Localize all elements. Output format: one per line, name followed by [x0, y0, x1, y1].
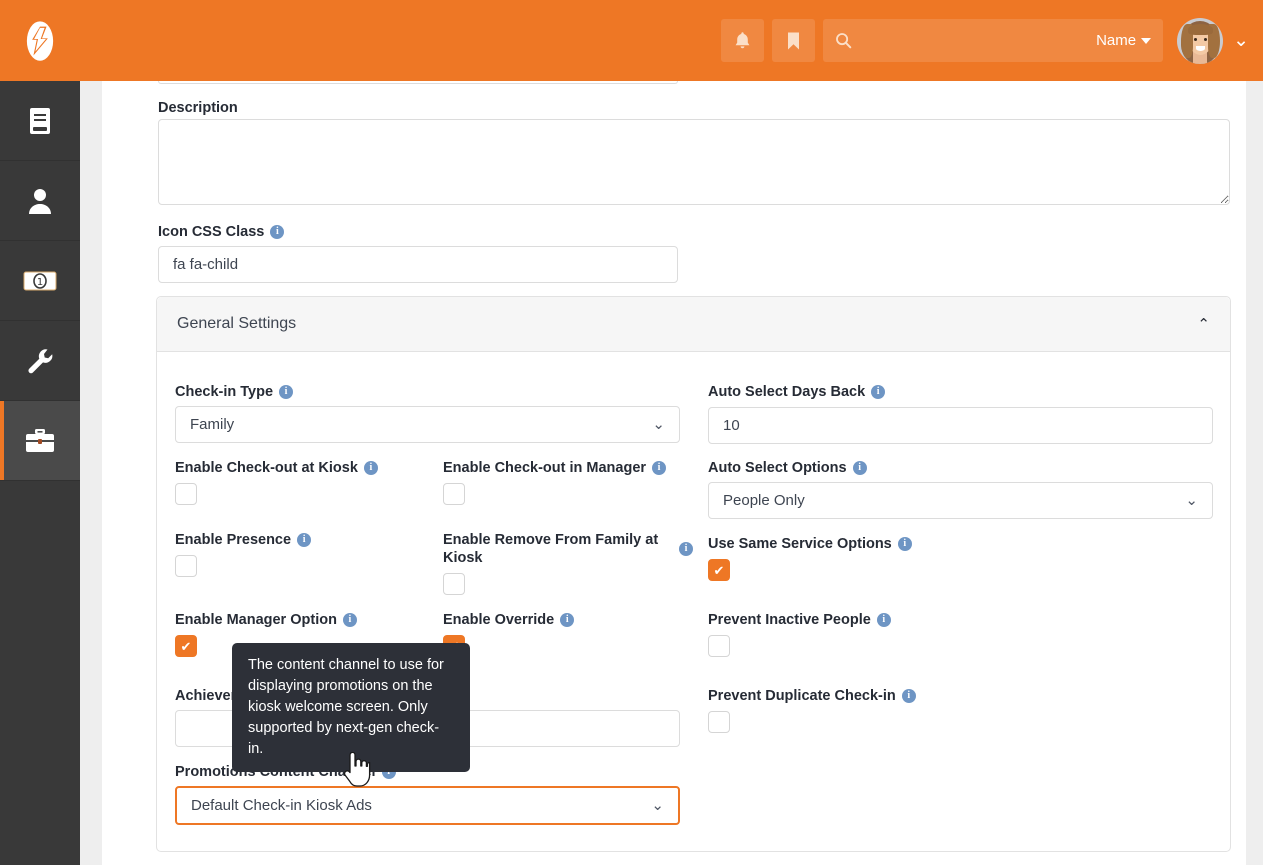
check-in-type-select[interactable]: Family ⌄ — [175, 406, 680, 443]
enable-remove-from-family-label-text: Enable Remove From Family at Kiosk — [443, 532, 659, 567]
topbar-actions: Name ⌄ — [721, 0, 1263, 81]
person-icon — [29, 188, 51, 214]
prevent-inactive-people-checkbox[interactable] — [708, 635, 730, 657]
auto-select-options-label: Auto Select Options i — [708, 459, 867, 477]
info-icon[interactable]: i — [270, 225, 285, 240]
prevent-duplicate-checkin-label: Prevent Duplicate Check-in i — [708, 687, 916, 705]
info-icon[interactable]: i — [901, 689, 916, 704]
enable-checkout-manager-checkbox[interactable] — [443, 483, 465, 505]
promotions-content-channel-value: Default Check-in Kiosk Ads — [191, 797, 372, 814]
auto-select-days-back-label-text: Auto Select Days Back — [708, 384, 866, 400]
info-icon[interactable]: i — [560, 613, 575, 628]
enable-manager-option-label-text: Enable Manager Option — [175, 612, 337, 628]
enable-checkout-kiosk-label: Enable Check-out at Kiosk i — [175, 459, 425, 477]
name-filter-label: Name — [1096, 32, 1137, 49]
tooltip-text: The content channel to use for displayin… — [248, 657, 444, 758]
left-sidebar: 1 — [0, 81, 80, 865]
enable-checkout-kiosk-checkbox[interactable] — [175, 483, 197, 505]
info-icon[interactable]: i — [876, 613, 891, 628]
avatar-eye-left — [1194, 37, 1198, 41]
icon-css-class-label: Icon CSS Class i — [158, 223, 285, 241]
wrench-icon — [28, 348, 53, 373]
auto-select-options-value: People Only — [723, 492, 805, 509]
info-icon[interactable]: i — [852, 461, 867, 476]
promotions-content-channel-tooltip: The content channel to use for displayin… — [232, 643, 470, 782]
info-icon[interactable]: i — [652, 461, 667, 476]
notifications-button[interactable] — [721, 19, 765, 62]
check-in-type-label: Check-in Type i — [175, 383, 294, 401]
enable-presence-label-text: Enable Presence — [175, 532, 292, 548]
sidebar-item-admin[interactable] — [0, 401, 80, 481]
description-textarea[interactable] — [158, 119, 1230, 205]
enable-manager-option-checkbox[interactable] — [175, 635, 197, 657]
rock-logo-icon — [26, 20, 54, 61]
briefcase-icon — [26, 428, 54, 452]
enable-remove-from-family-label: Enable Remove From Family at Kiosk i — [443, 531, 693, 567]
prevent-duplicate-checkin-checkbox[interactable] — [708, 711, 730, 733]
prevent-inactive-people-label-text: Prevent Inactive People — [708, 612, 871, 628]
chevron-down-icon: ⌄ — [652, 416, 665, 433]
svg-text:1: 1 — [37, 277, 43, 288]
icon-css-class-input[interactable] — [158, 246, 678, 283]
top-navigation-bar: Name ⌄ — [0, 0, 1263, 81]
bell-icon — [735, 31, 750, 48]
auto-select-days-back-input[interactable] — [708, 407, 1213, 444]
search-input[interactable] — [860, 20, 1091, 61]
info-icon[interactable]: i — [679, 542, 693, 557]
enable-override-label: Enable Override i — [443, 611, 693, 629]
enable-manager-option-label: Enable Manager Option i — [175, 611, 455, 629]
enable-presence-label: Enable Presence i — [175, 531, 425, 549]
global-search[interactable]: Name — [823, 19, 1164, 62]
avatar-fringe — [1188, 23, 1214, 35]
use-same-service-options-label-text: Use Same Service Options — [708, 536, 892, 552]
avatar-eye-right — [1204, 37, 1208, 41]
enable-checkout-kiosk-label-text: Enable Check-out at Kiosk — [175, 460, 358, 476]
info-icon[interactable]: i — [297, 533, 312, 548]
sidebar-item-content[interactable] — [0, 81, 80, 161]
check-in-type-label-text: Check-in Type — [175, 384, 274, 400]
search-icon — [836, 33, 852, 49]
info-icon[interactable]: i — [342, 613, 357, 628]
info-icon[interactable]: i — [897, 537, 912, 552]
user-menu-chevron-down-icon[interactable]: ⌄ — [1233, 31, 1249, 50]
bookmark-icon — [788, 32, 800, 49]
info-icon[interactable]: i — [363, 461, 378, 476]
chevron-down-icon: ⌄ — [651, 797, 664, 814]
description-label: Description — [158, 99, 238, 117]
prevent-inactive-people-label: Prevent Inactive People i — [708, 611, 891, 629]
money-bill-icon: 1 — [23, 271, 57, 290]
caret-down-icon — [1141, 37, 1152, 44]
enable-checkout-manager-label: Enable Check-out in Manager i — [443, 459, 693, 477]
avatar[interactable] — [1177, 17, 1224, 64]
use-same-service-options-label: Use Same Service Options i — [708, 535, 912, 553]
auto-select-options-label-text: Auto Select Options — [708, 460, 847, 476]
chevron-down-icon: ⌄ — [1185, 492, 1198, 509]
sidebar-item-tools[interactable] — [0, 321, 80, 401]
bookmark-button[interactable] — [772, 19, 816, 62]
icon-css-class-label-text: Icon CSS Class — [158, 224, 265, 240]
auto-select-days-back-label: Auto Select Days Back i — [708, 383, 886, 401]
avatar-mouth — [1196, 45, 1206, 51]
panel-header[interactable]: General Settings ⌃ — [157, 297, 1230, 352]
sidebar-item-people[interactable] — [0, 161, 80, 241]
description-label-text: Description — [158, 100, 238, 116]
use-same-service-options-checkbox[interactable] — [708, 559, 730, 581]
panel-title: General Settings — [177, 315, 297, 332]
chevron-up-icon[interactable]: ⌃ — [1197, 315, 1210, 333]
auto-select-options-select[interactable]: People Only ⌄ — [708, 482, 1213, 519]
name-filter-dropdown[interactable]: Name — [1096, 32, 1152, 49]
info-icon[interactable]: i — [871, 385, 886, 400]
check-in-type-value: Family — [190, 416, 235, 433]
promotions-content-channel-select[interactable]: Default Check-in Kiosk Ads ⌄ — [175, 786, 680, 825]
enable-presence-checkbox[interactable] — [175, 555, 197, 577]
info-icon[interactable]: i — [279, 385, 294, 400]
book-icon — [30, 107, 50, 134]
brand-logo[interactable] — [0, 0, 80, 81]
enable-override-label-text: Enable Override — [443, 612, 555, 628]
prevent-duplicate-checkin-label-text: Prevent Duplicate Check-in — [708, 688, 896, 704]
enable-remove-from-family-checkbox[interactable] — [443, 573, 465, 595]
sidebar-item-finance[interactable]: 1 — [0, 241, 80, 321]
cut-off-field-above[interactable] — [158, 81, 678, 84]
enable-checkout-manager-label-text: Enable Check-out in Manager — [443, 460, 647, 476]
